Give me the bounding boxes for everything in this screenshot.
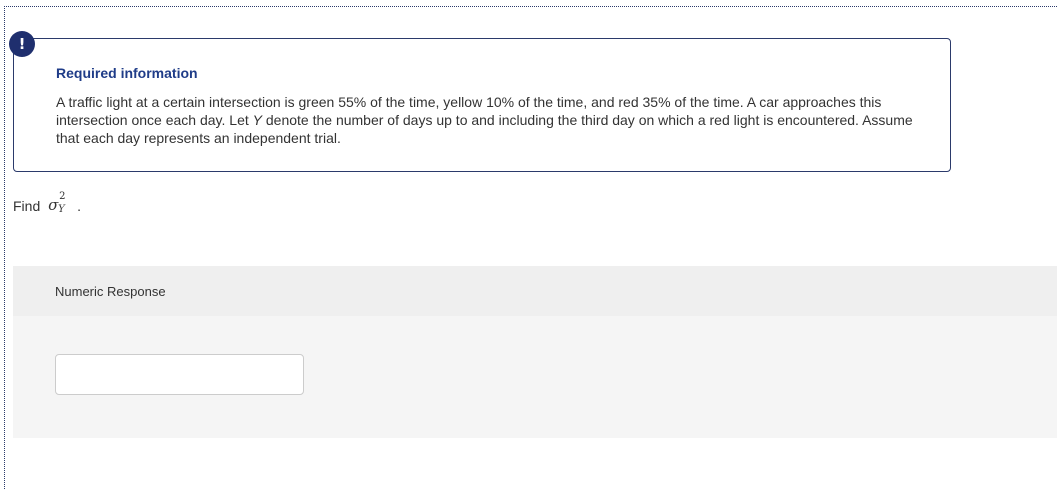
question-prompt: Find σ 2 Y . bbox=[13, 191, 82, 215]
sigma-superscript: 2 bbox=[59, 191, 66, 202]
sigma-subscript: Y bbox=[58, 204, 65, 215]
numeric-response-label: Numeric Response bbox=[55, 284, 166, 299]
exclamation-icon: ! bbox=[9, 31, 35, 57]
frame-top-border bbox=[4, 6, 1057, 7]
required-information-title: Required information bbox=[56, 65, 198, 81]
response-header: Numeric Response bbox=[13, 266, 1057, 316]
sigma-symbol: σ bbox=[48, 196, 59, 214]
question-page: Required information A traffic light at … bbox=[0, 0, 1057, 489]
required-information-text: A traffic light at a certain intersectio… bbox=[56, 93, 926, 147]
required-information-box: Required information A traffic light at … bbox=[13, 38, 951, 172]
frame-left-border bbox=[4, 6, 5, 489]
response-body bbox=[13, 316, 1057, 438]
question-prefix: Find bbox=[13, 198, 41, 214]
variance-symbol: σ 2 Y bbox=[48, 191, 74, 215]
info-text-variable: Y bbox=[252, 112, 262, 128]
numeric-answer-input[interactable] bbox=[55, 354, 304, 395]
question-suffix: . bbox=[77, 198, 82, 214]
